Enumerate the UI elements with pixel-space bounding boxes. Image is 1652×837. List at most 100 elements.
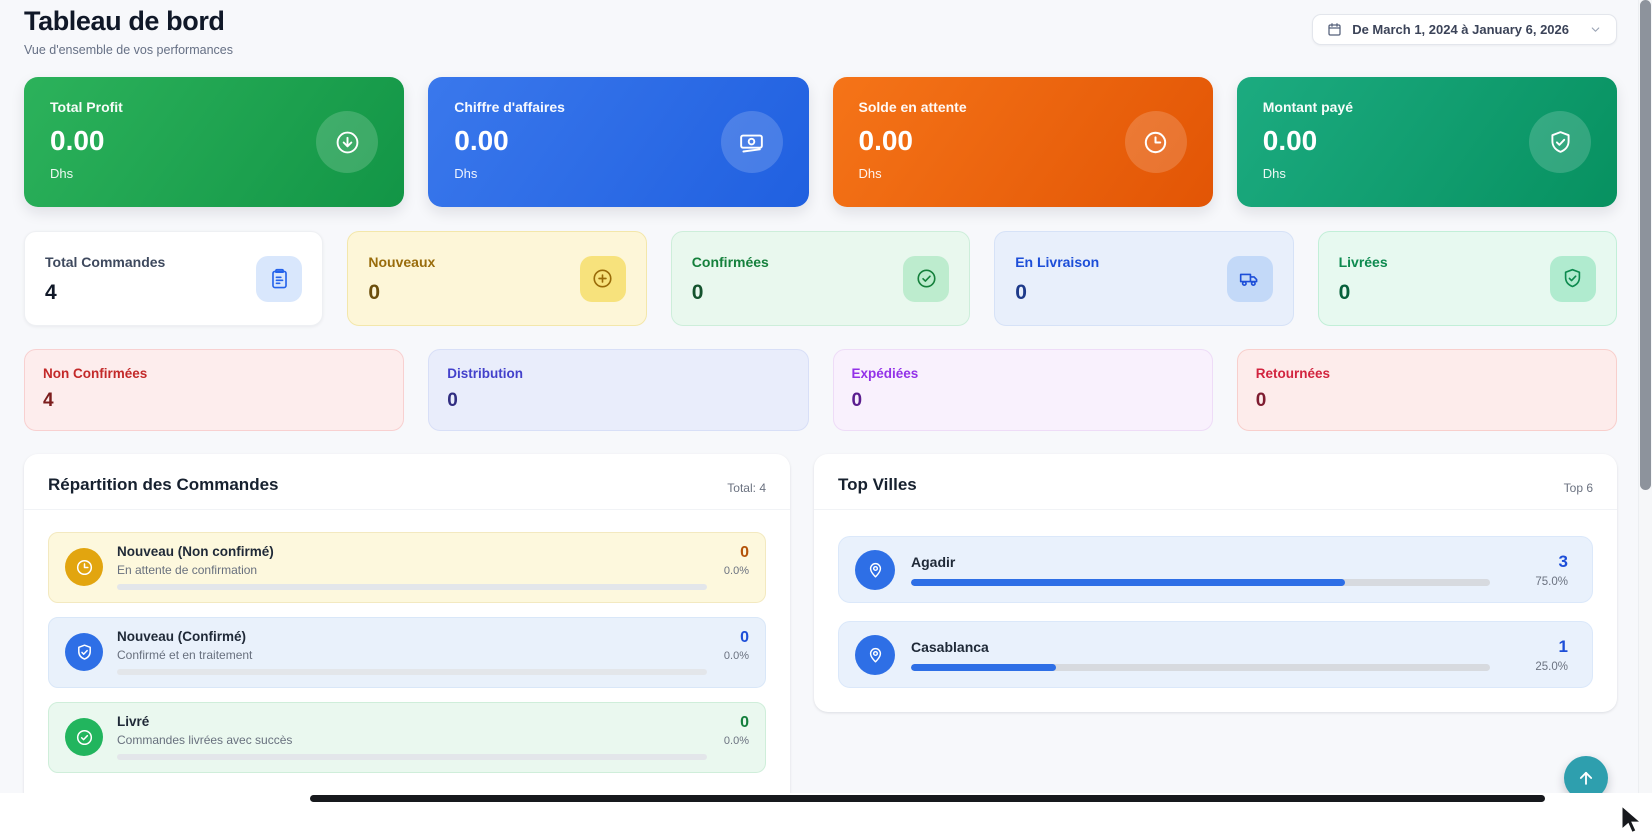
page-header: Tableau de bord Vue d'ensemble de vos pe… bbox=[24, 6, 1617, 57]
kpi-row: Total Profit 0.00 Dhs Chiffre d'affaires… bbox=[24, 77, 1617, 207]
stat-card-total-commandes: Total Commandes 4 bbox=[24, 231, 323, 326]
status-card-non-confirmees: Non Confirmées 4 bbox=[24, 349, 404, 431]
list-item-nouveau-confirme: Nouveau (Confirmé) Confirmé et en traite… bbox=[48, 617, 766, 688]
city-count: 3 bbox=[1506, 552, 1568, 572]
panels-section: Répartition des Commandes Total: 4 Nouve… bbox=[24, 454, 1617, 793]
kpi-card-total-profit: Total Profit 0.00 Dhs bbox=[24, 77, 404, 207]
shield-check-icon bbox=[1529, 111, 1591, 173]
progress-bar bbox=[117, 754, 707, 760]
top-villes-title: Top Villes bbox=[838, 475, 917, 495]
status-value: 0 bbox=[447, 390, 789, 412]
clock-icon bbox=[1125, 111, 1187, 173]
repartition-list: Nouveau (Non confirmé) En attente de con… bbox=[24, 510, 790, 793]
order-stats-row: Total Commandes 4 Nouveaux 0 Confirmées … bbox=[24, 231, 1617, 326]
mouse-cursor bbox=[1616, 804, 1646, 836]
stat-card-livrees: Livrées 0 bbox=[1318, 231, 1617, 326]
arrow-up-icon bbox=[1576, 768, 1596, 788]
item-percent: 0.0% bbox=[724, 735, 749, 747]
city-name: Agadir bbox=[911, 554, 1490, 570]
repartition-total-badge: Total: 4 bbox=[727, 481, 766, 495]
item-title: Nouveau (Confirmé) bbox=[117, 629, 252, 644]
vertical-scrollbar[interactable] bbox=[1638, 0, 1652, 793]
city-percent: 75.0% bbox=[1506, 576, 1568, 588]
status-label: Non Confirmées bbox=[43, 366, 385, 381]
plus-circle-icon bbox=[580, 256, 626, 302]
progress-bar bbox=[117, 669, 707, 675]
progress-bar bbox=[911, 664, 1490, 671]
kpi-label: Montant payé bbox=[1263, 99, 1591, 115]
check-circle-icon bbox=[65, 718, 103, 756]
item-subtitle: Commandes livrées avec succès bbox=[117, 733, 292, 747]
status-value: 0 bbox=[1256, 390, 1598, 412]
kpi-currency: Dhs bbox=[1263, 166, 1591, 181]
date-range-picker[interactable]: De March 1, 2024 à January 6, 2026 bbox=[1312, 14, 1617, 45]
item-value: 0 bbox=[724, 714, 749, 732]
shield-check-icon bbox=[65, 633, 103, 671]
vertical-scrollbar-thumb[interactable] bbox=[1640, 0, 1651, 490]
page-header-text: Tableau de bord Vue d'ensemble de vos pe… bbox=[24, 6, 233, 57]
clock-icon bbox=[65, 548, 103, 586]
dashboard-page: Tableau de bord Vue d'ensemble de vos pe… bbox=[0, 0, 1638, 793]
stat-card-confirmees: Confirmées 0 bbox=[671, 231, 970, 326]
truck-icon bbox=[1227, 256, 1273, 302]
item-subtitle: En attente de confirmation bbox=[117, 563, 274, 577]
chevron-down-icon bbox=[1589, 23, 1602, 36]
kpi-card-solde-attente: Solde en attente 0.00 Dhs bbox=[833, 77, 1213, 207]
progress-bar bbox=[117, 584, 707, 590]
status-card-distribution: Distribution 0 bbox=[428, 349, 808, 431]
progress-fill bbox=[911, 579, 1345, 586]
kpi-card-chiffre-affaires: Chiffre d'affaires 0.00 Dhs bbox=[428, 77, 808, 207]
progress-fill bbox=[911, 664, 1056, 671]
horizontal-scrollbar[interactable] bbox=[0, 793, 1652, 837]
kpi-currency: Dhs bbox=[859, 166, 1187, 181]
stat-card-nouveaux: Nouveaux 0 bbox=[347, 231, 646, 326]
date-range-label: De March 1, 2024 à January 6, 2026 bbox=[1352, 22, 1569, 37]
status-label: Distribution bbox=[447, 366, 789, 381]
city-percent: 25.0% bbox=[1506, 661, 1568, 673]
calendar-icon bbox=[1327, 22, 1342, 37]
kpi-label: Total Profit bbox=[50, 99, 378, 115]
check-circle-icon bbox=[903, 256, 949, 302]
top-villes-panel: Top Villes Top 6 Agadir 3 75.0% bbox=[814, 454, 1617, 712]
status-label: Expédiées bbox=[852, 366, 1194, 381]
item-value: 0 bbox=[724, 629, 749, 647]
progress-bar bbox=[911, 579, 1490, 586]
map-pin-icon bbox=[855, 550, 895, 590]
status-value: 0 bbox=[852, 390, 1194, 412]
list-item-livre: Livré Commandes livrées avec succès 0 0.… bbox=[48, 702, 766, 773]
city-item-agadir: Agadir 3 75.0% bbox=[838, 536, 1593, 603]
page-title: Tableau de bord bbox=[24, 6, 233, 37]
city-name: Casablanca bbox=[911, 639, 1490, 655]
page-subtitle: Vue d'ensemble de vos performances bbox=[24, 43, 233, 57]
circle-arrow-down-icon bbox=[316, 111, 378, 173]
repartition-panel: Répartition des Commandes Total: 4 Nouve… bbox=[24, 454, 790, 793]
repartition-title: Répartition des Commandes bbox=[48, 475, 279, 495]
item-title: Livré bbox=[117, 714, 292, 729]
top-villes-list: Agadir 3 75.0% Casablanca bbox=[814, 510, 1617, 712]
status-row: Non Confirmées 4 Distribution 0 Expédiée… bbox=[24, 349, 1617, 431]
top-villes-badge: Top 6 bbox=[1564, 481, 1593, 495]
banknote-icon bbox=[721, 111, 783, 173]
status-value: 4 bbox=[43, 390, 385, 412]
city-item-casablanca: Casablanca 1 25.0% bbox=[838, 621, 1593, 688]
item-percent: 0.0% bbox=[724, 650, 749, 662]
kpi-currency: Dhs bbox=[50, 166, 378, 181]
top-villes-header: Top Villes Top 6 bbox=[814, 454, 1617, 510]
shield-check-icon bbox=[1550, 256, 1596, 302]
item-title: Nouveau (Non confirmé) bbox=[117, 544, 274, 559]
status-card-expediees: Expédiées 0 bbox=[833, 349, 1213, 431]
map-pin-icon bbox=[855, 635, 895, 675]
list-item-nouveau-non-confirme: Nouveau (Non confirmé) En attente de con… bbox=[48, 532, 766, 603]
clipboard-icon bbox=[256, 256, 302, 302]
kpi-label: Chiffre d'affaires bbox=[454, 99, 782, 115]
status-card-retournees: Retournées 0 bbox=[1237, 349, 1617, 431]
horizontal-scrollbar-thumb[interactable] bbox=[310, 795, 1545, 802]
repartition-header: Répartition des Commandes Total: 4 bbox=[24, 454, 790, 510]
item-percent: 0.0% bbox=[724, 565, 749, 577]
status-label: Retournées bbox=[1256, 366, 1598, 381]
stat-card-en-livraison: En Livraison 0 bbox=[994, 231, 1293, 326]
item-subtitle: Confirmé et en traitement bbox=[117, 648, 252, 662]
kpi-card-montant-paye: Montant payé 0.00 Dhs bbox=[1237, 77, 1617, 207]
kpi-label: Solde en attente bbox=[859, 99, 1187, 115]
item-value: 0 bbox=[724, 544, 749, 562]
